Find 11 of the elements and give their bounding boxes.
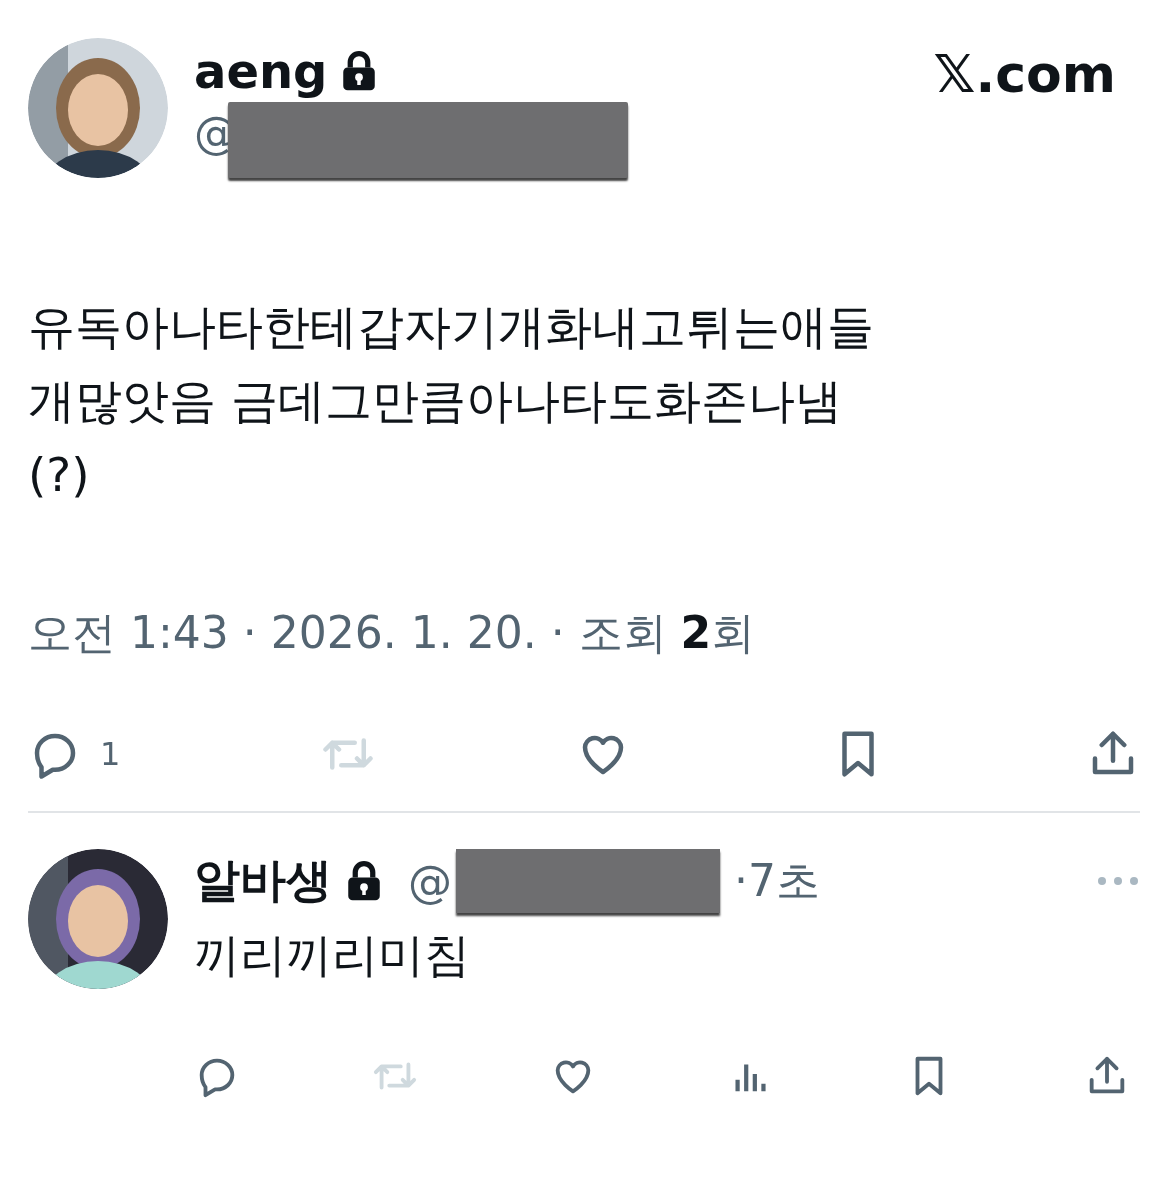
site-label: 𝕏.com xyxy=(933,44,1116,104)
user-name[interactable]: aeng xyxy=(194,42,328,100)
user-name[interactable]: 알바생 xyxy=(194,850,332,912)
post-time: ·7초 xyxy=(734,853,820,908)
reply-count: 1 xyxy=(100,735,121,773)
post-text: 유독아나타한테갑자기개화내고튀는애들 xyxy=(28,298,875,356)
post-text: (?) xyxy=(28,446,91,504)
user-handle: @ xyxy=(408,855,452,907)
post-text: 개많앗음 금데그만큼아나타도화존나냄 xyxy=(28,372,843,430)
reply-text: 끼리끼리미침 xyxy=(194,927,471,984)
post-meta: 오전 1:43 · 2026. 1. 20. · 조회 2회 xyxy=(28,606,757,660)
